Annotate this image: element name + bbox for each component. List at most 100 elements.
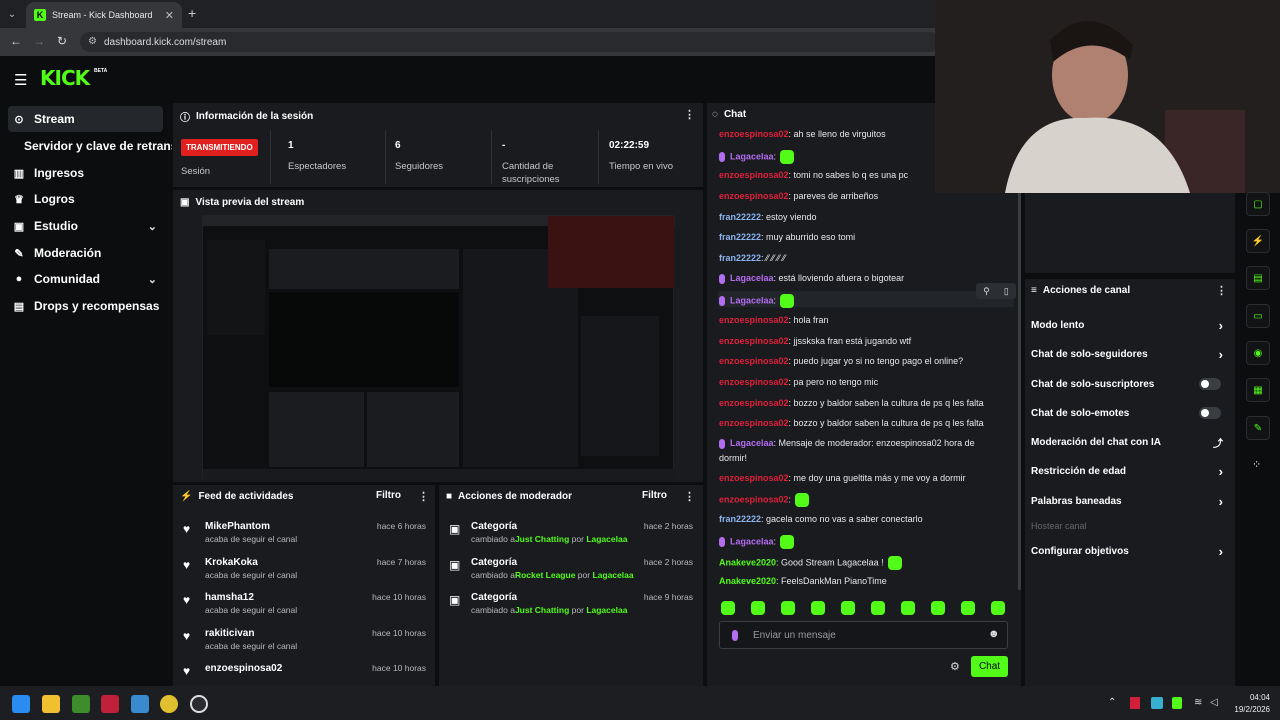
emote-icon[interactable] [811, 601, 825, 615]
chrome-icon[interactable] [160, 695, 178, 713]
chat-message[interactable]: Lagacelaa: [719, 535, 795, 549]
feed-item[interactable]: ♥ rakiticivan acaba de seguir el canal hace… [183, 627, 428, 663]
feed-item[interactable]: ♥ MikePhantom acaba de seguir el canal hace… [183, 520, 428, 556]
mod-action-item[interactable]: ▣ Categoría cambiado aJust Chatting por La… [449, 591, 695, 627]
obs-icon[interactable] [190, 695, 208, 713]
channel-action-item[interactable]: Palabras baneadas › [1031, 493, 1227, 509]
channel-action-item[interactable]: Chat de solo-emotes [1031, 405, 1227, 421]
chat-username[interactable]: fran22222 [719, 514, 761, 524]
tray-shield-icon[interactable] [1151, 697, 1163, 709]
kick-logo[interactable]: KICK [40, 66, 90, 90]
chat-message[interactable]: enzoespinosa02: ah se lleno de virguitos [719, 129, 886, 139]
sidebar-item-stream[interactable]: ⊙ Stream [8, 106, 163, 132]
emote-icon[interactable] [751, 601, 765, 615]
chat-scrollbar[interactable] [1018, 180, 1021, 590]
toggle-switch[interactable] [1199, 378, 1221, 390]
extensions-icon[interactable]: ⁘ [1252, 458, 1261, 471]
chat-username[interactable]: Anakeve2020 [719, 576, 776, 586]
chat-message[interactable]: Lagacelaa: Mensaje de moderador: enzoesp… [719, 438, 975, 463]
feed-filter-button[interactable]: Filtro [376, 490, 401, 501]
send-chat-button[interactable]: Chat [971, 656, 1008, 677]
chat-username[interactable]: enzoespinosa02 [719, 418, 789, 428]
layout-icon[interactable]: ▦ [1246, 378, 1270, 402]
mod-action-item[interactable]: ▣ Categoría cambiado aJust Chatting por La… [449, 520, 695, 556]
chat-message[interactable]: Anakeve2020: FeelsDankMan PianoTime [719, 576, 887, 586]
close-tab-icon[interactable]: ✕ [165, 9, 174, 22]
session-more-icon[interactable]: ⋮ [684, 108, 695, 121]
site-info-icon[interactable]: ⚙ [88, 36, 97, 47]
chat-username[interactable]: enzoespinosa02 [719, 129, 789, 139]
chat-username[interactable]: enzoespinosa02 [719, 377, 789, 387]
sidebar-item-server-key[interactable]: Servidor y clave de retransm [20, 133, 172, 159]
channel-actions-more-icon[interactable]: ⋮ [1216, 284, 1227, 297]
chat-username[interactable]: enzoespinosa02 [719, 356, 789, 366]
chat-message[interactable]: enzoespinosa02: pa pero no tengo mic [719, 377, 878, 387]
back-icon[interactable]: ← [10, 34, 22, 48]
tray-kick-icon[interactable] [1172, 697, 1182, 709]
chat-username[interactable]: Lagacelaa [730, 273, 774, 283]
wifi-icon[interactable]: ≋ [1194, 697, 1202, 708]
stream-preview-video[interactable] [202, 215, 675, 481]
emote-icon[interactable] [721, 601, 735, 615]
chat-message[interactable]: fran22222: muy aburrido eso tomi [719, 232, 855, 242]
delete-icon[interactable]: ▯ [1004, 286, 1009, 297]
channel-action-item[interactable]: Chat de solo-seguidores › [1031, 346, 1227, 362]
chat-message[interactable]: enzoespinosa02: bozzo y baldor saben la … [719, 398, 984, 408]
chat-bubble-icon[interactable]: ▭ [1246, 304, 1270, 328]
chat-username[interactable]: enzoespinosa02 [719, 191, 789, 201]
channel-action-item[interactable]: Moderación del chat con IA ⤴ [1031, 434, 1227, 450]
chat-username[interactable]: Lagacelaa [730, 536, 774, 546]
minecraft-icon[interactable] [72, 695, 90, 713]
chat-message[interactable]: enzoespinosa02: hola fran [719, 315, 829, 325]
chat-username[interactable]: fran22222 [719, 253, 761, 263]
chat-message[interactable]: enzoespinosa02: jjsskska fran está jugan… [719, 336, 911, 346]
clock-date[interactable]: 19/2/2026 [1225, 705, 1270, 714]
chat-username[interactable]: enzoespinosa02 [719, 398, 789, 408]
mod-action-item[interactable]: ▣ Categoría cambiado aRocket League por La… [449, 556, 695, 592]
feed-item[interactable]: ♥ hamsha12 acaba de seguir el canal hace 10… [183, 591, 428, 627]
sidebar-item-moderacion[interactable]: ✎ Moderación [8, 240, 163, 266]
menu-icon[interactable]: ☰ [14, 71, 27, 89]
chat-username[interactable]: Lagacelaa [730, 438, 774, 448]
forward-icon[interactable]: → [33, 34, 45, 48]
chat-username[interactable]: fran22222 [719, 212, 761, 222]
channel-action-item[interactable]: Modo lento › [1031, 317, 1227, 333]
emote-icon[interactable] [991, 601, 1005, 615]
emoji-picker-icon[interactable]: ☻ [988, 628, 1000, 640]
notepad-icon[interactable] [131, 695, 149, 713]
file-explorer-icon[interactable] [42, 695, 60, 713]
emote-icon[interactable] [961, 601, 975, 615]
chat-username[interactable]: enzoespinosa02 [719, 315, 789, 325]
chat-message[interactable]: fran22222: ⁄⁄ ⁄⁄ ⁄⁄ ⁄⁄ [719, 253, 786, 263]
chat-message[interactable]: enzoespinosa02: pareves de arribeños [719, 191, 878, 201]
chat-message[interactable]: enzoespinosa02: puedo jugar yo si no ten… [719, 356, 963, 366]
valorant-icon[interactable] [101, 695, 119, 713]
chat-username[interactable]: Anakeve2020 [719, 557, 776, 567]
sidebar-item-ingresos[interactable]: ▥ Ingresos [8, 160, 163, 186]
chat-username[interactable]: enzoespinosa02 [719, 170, 789, 180]
sidebar-item-logros[interactable]: ♛ Logros [8, 186, 163, 212]
sidebar-item-drops[interactable]: ▤ Drops y recompensas [8, 293, 163, 319]
mod-more-icon[interactable]: ⋮ [684, 490, 695, 503]
feed-item[interactable]: ♥ KrokaKoka acaba de seguir el canal hace 7… [183, 556, 428, 592]
windows-start-icon[interactable] [12, 695, 30, 713]
chat-message[interactable]: Lagacelaa: [719, 294, 795, 308]
toggle-switch[interactable] [1199, 407, 1221, 419]
emote-icon[interactable] [781, 601, 795, 615]
chat-message[interactable]: Lagacelaa: está lloviendo afuera o bigot… [719, 273, 904, 284]
sidebar-item-estudio[interactable]: ▣ Estudio ⌄ [8, 213, 163, 239]
wrench-icon[interactable]: ✎ [1246, 416, 1270, 440]
chat-username[interactable]: Lagacelaa [730, 151, 774, 161]
channel-action-item[interactable]: Configurar objetivos › [1031, 543, 1227, 559]
chat-message[interactable]: enzoespinosa02: me doy una gueltita más … [719, 473, 966, 483]
new-tab-icon[interactable]: + [188, 5, 196, 21]
emote-icon[interactable] [901, 601, 915, 615]
chat-input[interactable]: Enviar un mensaje ☻ [719, 621, 1008, 649]
chat-settings-icon[interactable]: ⚙ [950, 660, 960, 673]
clock-time[interactable]: 04:04 [1242, 693, 1270, 702]
chat-message[interactable]: enzoespinosa02: tomi no sabes lo q es un… [719, 170, 908, 180]
address-bar[interactable]: ⚙ dashboard.kick.com/stream [80, 32, 940, 52]
chat-message[interactable]: fran22222: gacela como no vas a saber co… [719, 514, 923, 524]
bolt-icon[interactable]: ⚡ [1246, 229, 1270, 253]
channel-action-item[interactable]: Chat de solo-suscriptores [1031, 376, 1227, 392]
